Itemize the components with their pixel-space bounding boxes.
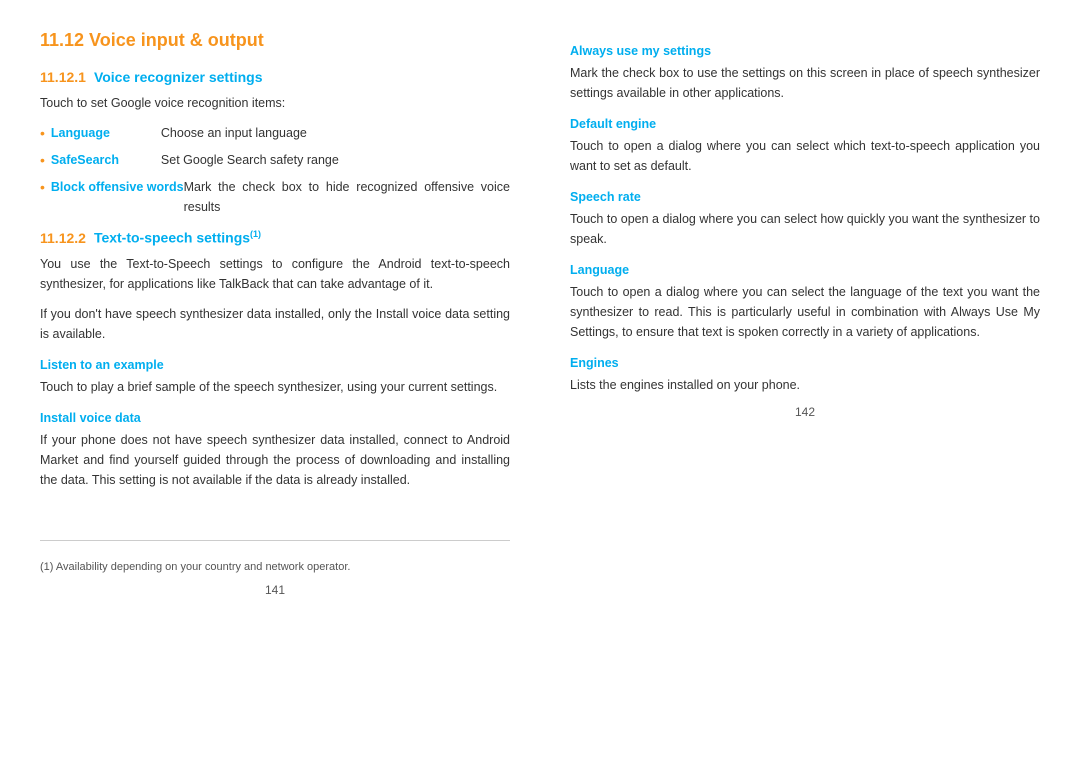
page-container: 11.12 Voice input & output 11.12.1 Voice… [0, 0, 1080, 767]
always-text: Mark the check box to use the settings o… [570, 63, 1040, 103]
intro-text: Touch to set Google voice recognition it… [40, 93, 510, 113]
section-1122-header: 11.12.2 Text-to-speech settings(1) [40, 229, 510, 246]
tts-para1: You use the Text-to-Speech settings to c… [40, 254, 510, 294]
page-number-right: 142 [570, 405, 1040, 419]
default-text: Touch to open a dialog where you can sel… [570, 136, 1040, 176]
tts-para2: If you don't have speech synthesizer dat… [40, 304, 510, 344]
listen-heading: Listen to an example [40, 358, 510, 372]
bullet-term-block: Block offensive words [51, 177, 184, 197]
listen-text: Touch to play a brief sample of the spee… [40, 377, 510, 397]
section-1122-title: Text-to-speech settings(1) [94, 229, 261, 246]
bullet-dot: • [40, 150, 45, 171]
engines-heading: Engines [570, 356, 1040, 370]
always-heading: Always use my settings [570, 44, 1040, 58]
language-heading: Language [570, 263, 1040, 277]
bullet-desc-block: Mark the check box to hide recognized of… [184, 177, 510, 217]
footnote-text: (1) Availability depending on your count… [40, 561, 510, 573]
section-1121-num: 11.12.1 [40, 69, 86, 85]
default-heading: Default engine [570, 117, 1040, 131]
list-item: • SafeSearch Set Google Search safety ra… [40, 150, 510, 171]
list-item: • Language Choose an input language [40, 123, 510, 144]
speech-text: Touch to open a dialog where you can sel… [570, 209, 1040, 249]
list-item: • Block offensive words Mark the check b… [40, 177, 510, 217]
bullet-list: • Language Choose an input language • Sa… [40, 123, 510, 217]
section-1121-header: 11.12.1 Voice recognizer settings [40, 69, 510, 85]
install-text: If your phone does not have speech synth… [40, 430, 510, 490]
bullet-term-language: Language [51, 123, 161, 143]
chapter-title: 11.12 Voice input & output [40, 30, 510, 51]
bullet-desc-language: Choose an input language [161, 123, 307, 143]
page-number-left: 141 [40, 583, 510, 597]
language-text: Touch to open a dialog where you can sel… [570, 282, 1040, 342]
right-column: Always use my settings Mark the check bo… [540, 30, 1040, 747]
bullet-term-safesearch: SafeSearch [51, 150, 161, 170]
bullet-dot: • [40, 177, 45, 198]
bullet-dot: • [40, 123, 45, 144]
section-1122-num: 11.12.2 [40, 230, 86, 246]
section-1121-title: Voice recognizer settings [94, 69, 263, 85]
install-heading: Install voice data [40, 411, 510, 425]
footnote-ref: (1) [250, 229, 261, 239]
left-column: 11.12 Voice input & output 11.12.1 Voice… [40, 30, 540, 747]
engines-text: Lists the engines installed on your phon… [570, 375, 1040, 395]
speech-heading: Speech rate [570, 190, 1040, 204]
bullet-desc-safesearch: Set Google Search safety range [161, 150, 339, 170]
footnote-area: (1) Availability depending on your count… [40, 540, 510, 573]
